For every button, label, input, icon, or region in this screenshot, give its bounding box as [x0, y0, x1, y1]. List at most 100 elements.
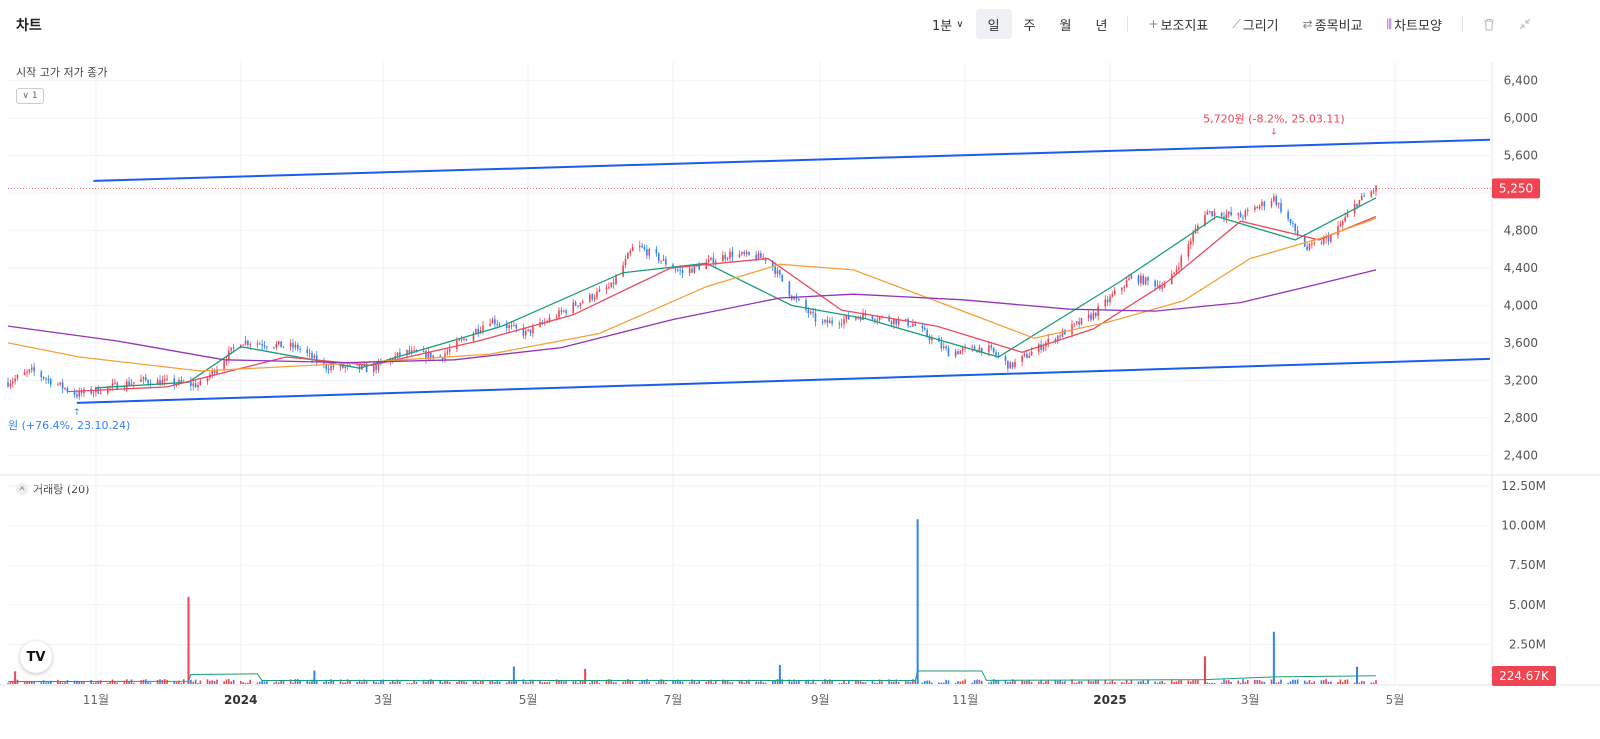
- volume-bar: [1073, 682, 1076, 684]
- candle-up: [142, 377, 145, 380]
- volume-bar: [771, 680, 774, 684]
- candle-down: [280, 341, 282, 348]
- volume-bar: [1192, 679, 1194, 684]
- candle-down: [779, 270, 781, 275]
- volume-bar: [45, 682, 47, 684]
- volume-tick-label: 2.50M: [1509, 637, 1546, 651]
- volume-bar: [1123, 682, 1126, 684]
- candle-up: [349, 364, 351, 366]
- time-tick-label: 7월: [664, 693, 683, 707]
- volume-bar: [914, 680, 917, 684]
- volume-bar: [256, 682, 259, 684]
- volume-bar: [1308, 679, 1311, 684]
- candle-down: [261, 344, 263, 346]
- volume-bar: [1142, 680, 1145, 684]
- price-chart[interactable]: 2,4002,8003,2003,6004,0004,4004,8005,200…: [0, 0, 1600, 739]
- candle-up: [1308, 243, 1311, 250]
- candle-down: [657, 253, 660, 262]
- candle-up: [605, 288, 608, 290]
- candle-up: [1273, 196, 1275, 202]
- volume-bar: [223, 681, 225, 684]
- volume-bar: [280, 680, 282, 684]
- candle-down: [408, 350, 411, 353]
- candle-up: [1087, 314, 1090, 319]
- candle-up: [648, 249, 651, 256]
- candle-down: [1142, 275, 1145, 285]
- candle-down: [128, 381, 130, 386]
- volume-bar: [646, 679, 648, 684]
- volume-bar: [432, 681, 434, 684]
- volume-bar: [194, 679, 197, 684]
- candle-down: [992, 347, 995, 353]
- candle-up: [372, 365, 375, 373]
- low-annotation: 원 (+76.4%, 23.10.24): [8, 419, 130, 432]
- volume-bar: [1313, 681, 1316, 684]
- candle-down: [1059, 335, 1061, 337]
- volume-bar: [1156, 682, 1159, 684]
- candle-down: [1356, 204, 1358, 207]
- volume-bar: [282, 680, 285, 684]
- candle-down: [494, 319, 496, 325]
- candle-down: [332, 365, 335, 368]
- candle-up: [256, 343, 259, 345]
- volume-bar: [1030, 681, 1033, 684]
- candle-up: [1246, 209, 1249, 211]
- candle-up: [622, 265, 624, 277]
- candle-up: [1113, 290, 1116, 295]
- volume-bar: [641, 680, 643, 684]
- candle-up: [244, 340, 247, 345]
- volume-bar: [1189, 681, 1192, 684]
- candle-up: [308, 352, 311, 354]
- volume-spike: [14, 671, 17, 684]
- candle-down: [147, 380, 149, 384]
- volume-bar: [415, 681, 418, 684]
- volume-bar: [1128, 682, 1130, 684]
- candle-up: [1009, 362, 1012, 369]
- volume-bar: [92, 683, 95, 684]
- time-tick-label: 9월: [811, 693, 830, 707]
- candle-up: [1237, 213, 1240, 216]
- volume-bar: [593, 681, 596, 684]
- candle-up: [527, 329, 529, 331]
- candle-down: [724, 255, 727, 260]
- volume-bar: [909, 681, 912, 684]
- volume-bar: [881, 681, 883, 684]
- candle-down: [1004, 356, 1007, 361]
- candle-down: [477, 329, 480, 333]
- candle-up: [1178, 267, 1180, 270]
- volume-bar: [64, 682, 66, 684]
- candle-down: [194, 383, 197, 388]
- candle-up: [64, 388, 66, 390]
- candle-up: [460, 338, 463, 341]
- volume-bar: [1092, 681, 1095, 684]
- volume-bar: [42, 680, 45, 684]
- candle-down: [748, 251, 750, 255]
- volume-bar: [149, 682, 152, 684]
- candle-up: [482, 325, 484, 331]
- candle-up: [707, 259, 710, 263]
- volume-bar: [657, 681, 660, 684]
- volume-bar: [1220, 682, 1223, 684]
- candle-up: [912, 324, 914, 327]
- candle-up: [446, 351, 449, 354]
- volume-bar: [1028, 680, 1031, 684]
- candle-up: [330, 365, 332, 370]
- moving-average-line-ma_short: [95, 197, 1377, 389]
- candle-down: [1147, 277, 1149, 281]
- candle-up: [1261, 201, 1263, 206]
- candle-down: [940, 341, 943, 348]
- volume-bar: [261, 680, 263, 684]
- candle-down: [681, 270, 684, 273]
- volume-bar: [83, 681, 85, 684]
- candle-up: [1330, 235, 1332, 242]
- volume-bar: [990, 681, 993, 684]
- volume-bar: [707, 680, 710, 684]
- volume-bar: [147, 681, 149, 684]
- volume-bar: [308, 681, 311, 684]
- candle-up: [1121, 287, 1123, 291]
- candle-up: [199, 381, 202, 385]
- candle-down: [498, 324, 501, 326]
- candle-up: [458, 340, 461, 342]
- candle-down: [612, 282, 615, 285]
- time-tick-label: 5월: [1386, 693, 1405, 707]
